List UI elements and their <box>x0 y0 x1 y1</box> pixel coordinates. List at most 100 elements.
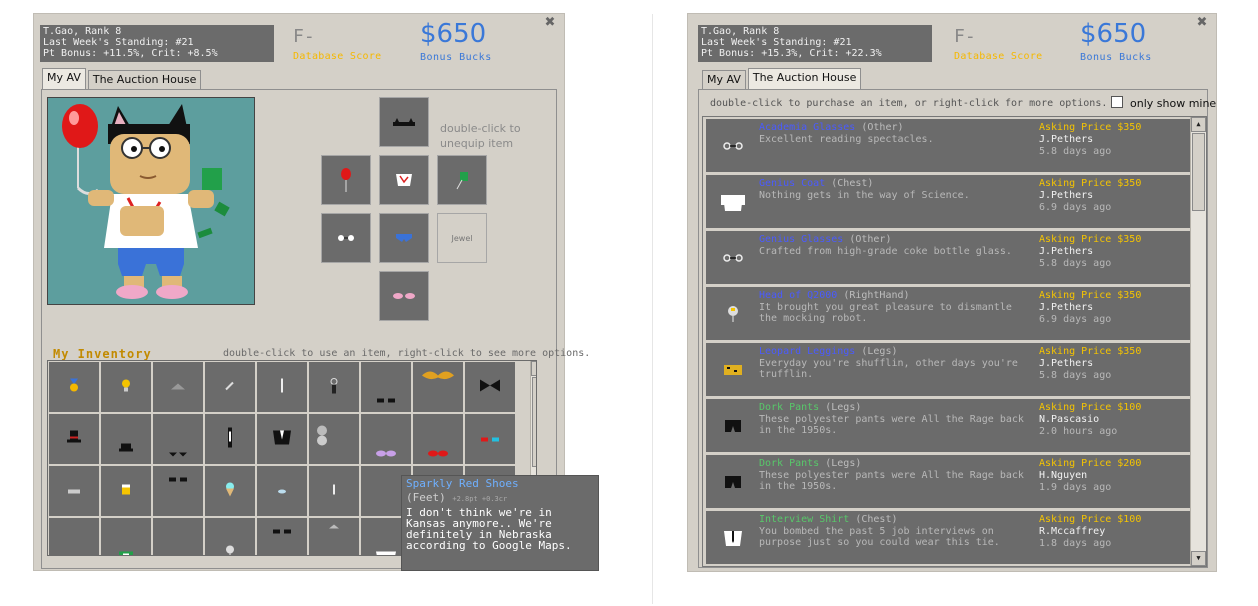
auction-listing-row[interactable]: Genius Glasses (Other) Crafted from high-… <box>706 231 1190 284</box>
top-hat-icon <box>65 430 83 449</box>
bowtie-icon <box>479 379 501 396</box>
inventory-item[interactable] <box>101 466 151 516</box>
player-status-box: T.Gao, Rank 8 Last Week's Standing: #21 … <box>698 25 932 62</box>
item-name: Academia Glasses <box>759 122 856 133</box>
inventory-item[interactable] <box>309 518 359 555</box>
inventory-item[interactable] <box>101 414 151 464</box>
item-slot: (Other) <box>861 122 904 133</box>
equip-slot-face[interactable] <box>321 213 371 263</box>
inventory-item[interactable] <box>101 518 151 555</box>
tab-my-av[interactable]: My AV <box>702 70 746 89</box>
equip-slot-feet[interactable] <box>379 271 429 321</box>
equip-slot-jewel[interactable]: Jewel <box>437 213 487 263</box>
inventory-item[interactable] <box>257 362 307 412</box>
scroll-down-button[interactable]: ▼ <box>1191 551 1206 566</box>
inventory-item[interactable] <box>101 362 151 412</box>
inventory-item[interactable] <box>361 362 411 412</box>
listing-title: Dork Pants (Legs) <box>759 402 861 413</box>
grade-value: F- <box>293 26 315 47</box>
coat-icon <box>720 189 746 215</box>
inventory-item[interactable] <box>49 362 99 412</box>
inventory-item[interactable] <box>257 414 307 464</box>
auction-listing-row[interactable]: Dork Pants (Legs) These polyester pants w… <box>706 399 1190 452</box>
inventory-item[interactable] <box>153 414 203 464</box>
medal-icon <box>68 378 80 396</box>
item-name: Dork Pants <box>759 458 820 469</box>
listing-title: Dork Pants (Legs) <box>759 458 861 469</box>
item-name: Interview Shirt <box>759 514 850 525</box>
inventory-item[interactable] <box>205 362 255 412</box>
inventory-item[interactable] <box>309 414 359 464</box>
sunglasses-icon <box>168 472 188 485</box>
scroll-up-button[interactable]: ▲ <box>531 361 536 376</box>
tab-auction-house[interactable]: The Auction House <box>747 68 862 89</box>
player-standing: Last Week's Standing: #21 <box>43 37 194 48</box>
inventory-item[interactable] <box>205 414 255 464</box>
player-bonus: Pt Bonus: +15.3%, Crit: +22.3% <box>701 48 882 59</box>
equip-slot-left-hand[interactable] <box>321 155 371 205</box>
page-divider <box>652 14 653 604</box>
auction-listing-row[interactable]: Dork Pants (Legs) These polyester pants w… <box>706 455 1190 508</box>
mustache-icon <box>420 370 456 385</box>
auction-listing-row[interactable]: Interview Shirt (Chest) You bombed the pa… <box>706 511 1190 564</box>
inventory-item[interactable] <box>413 362 463 412</box>
inventory-item[interactable] <box>205 466 255 516</box>
avatar-character-icon <box>62 104 230 299</box>
close-icon[interactable]: ✖ <box>1196 16 1208 29</box>
glasses-icon <box>720 133 746 159</box>
listing-age: 5.8 days ago <box>1039 258 1112 269</box>
only-show-mine-checkbox[interactable] <box>1111 96 1123 108</box>
auction-instruction: double-click to purchase an item, or rig… <box>710 98 1108 109</box>
inventory-item[interactable] <box>49 466 99 516</box>
inventory-item[interactable] <box>49 414 99 464</box>
auction-listing-row[interactable]: Genius Coat (Chest) Nothing gets in the w… <box>706 175 1190 228</box>
torn-shirt-icon <box>380 156 428 204</box>
auction-listing-row[interactable]: Head of Q2000 (RightHand) It brought you … <box>706 287 1190 340</box>
inventory-item[interactable] <box>413 414 463 464</box>
tab-bar: My AV The Auction House <box>702 68 863 89</box>
ice-cream-icon <box>225 482 235 501</box>
auction-listing-row[interactable]: Leopard Leggings (Legs) Everyday you're s… <box>706 343 1190 396</box>
inventory-item[interactable] <box>205 518 255 555</box>
item-slot: (Chest) <box>855 514 898 525</box>
scroll-thumb[interactable] <box>532 377 536 467</box>
tab-auction-house[interactable]: The Auction House <box>87 70 202 89</box>
bonus-bucks-value: $650 <box>420 19 487 49</box>
item-slot: (Chest) <box>831 178 874 189</box>
inventory-item[interactable] <box>257 518 307 555</box>
auction-listing: Interview Shirt (Chest) You bombed the pa… <box>702 116 1207 567</box>
equip-slot-legs[interactable] <box>379 213 429 263</box>
inventory-item[interactable] <box>309 466 359 516</box>
seller-name: R.Mccaffrey <box>1039 526 1106 537</box>
item-name: Genius Coat <box>759 178 826 189</box>
item-description: Nothing gets in the way of Science. <box>759 190 970 201</box>
scroll-thumb[interactable] <box>1192 133 1205 211</box>
inventory-item[interactable] <box>361 414 411 464</box>
inventory-item[interactable] <box>309 362 359 412</box>
inventory-item[interactable] <box>153 362 203 412</box>
auction-listing-row[interactable]: Academia Glasses (Other) Excellent readin… <box>706 119 1190 172</box>
inventory-item[interactable] <box>465 414 515 464</box>
item-description: Crafted from high-grade coke bottle glas… <box>759 246 1012 257</box>
inventory-item[interactable] <box>153 518 203 555</box>
unequip-hint-line1: double-click to <box>440 122 521 135</box>
tab-my-av[interactable]: My AV <box>42 68 86 89</box>
close-icon[interactable]: ✖ <box>544 16 556 29</box>
listing-scrollbar[interactable]: ▲ ▼ <box>1190 117 1206 566</box>
item-name: Genius Glasses <box>759 234 844 245</box>
asking-price: Asking Price $100 <box>1039 402 1142 413</box>
inventory-item[interactable] <box>257 466 307 516</box>
seller-name: J.Pethers <box>1039 134 1094 145</box>
equip-slot-chest[interactable] <box>379 155 429 205</box>
item-description: You bombed the past 5 job interviews on … <box>759 526 1000 548</box>
scroll-up-button[interactable]: ▲ <box>1191 117 1206 132</box>
asking-price: Asking Price $350 <box>1039 234 1142 245</box>
grade-label: Database Score <box>954 51 1043 62</box>
inventory-item[interactable] <box>465 362 515 412</box>
equip-slot-right-hand[interactable] <box>437 155 487 205</box>
inventory-item[interactable] <box>49 518 99 555</box>
inventory-item[interactable] <box>153 466 203 516</box>
listing-age: 5.8 days ago <box>1039 370 1112 381</box>
listing-title: Academia Glasses (Other) <box>759 122 904 133</box>
equip-slot-head[interactable] <box>379 97 429 147</box>
